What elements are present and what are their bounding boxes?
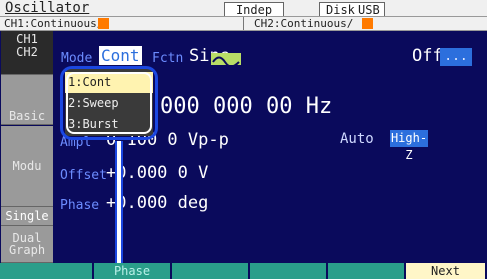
ch1-status: CH1:Continuous/ [4, 17, 104, 30]
fkey-3[interactable] [172, 263, 250, 279]
fkey-1[interactable] [0, 263, 94, 279]
tab-basic[interactable]: Basic [1, 75, 53, 125]
tab-modu[interactable]: Modu [1, 126, 53, 207]
fctn-label: Fctn [152, 51, 184, 66]
app-title: Oscillator [5, 0, 90, 16]
tab-ch1-ch2[interactable]: CH1 CH2 [1, 31, 53, 75]
tab-single[interactable]: Single [1, 207, 53, 226]
sine-wave-icon [211, 53, 241, 68]
mode-label: Mode [61, 51, 93, 66]
phase-label: Phase [60, 198, 100, 213]
output-state: Off [412, 46, 443, 66]
output-menu-button[interactable]: ... [440, 48, 472, 66]
ch2-status: CH2:Continuous/ [254, 17, 354, 30]
fkey-next[interactable]: Next [406, 263, 487, 279]
channel-status-row: CH1:Continuous/ CH2:Continuous/ [0, 16, 487, 31]
fkey-5[interactable] [328, 263, 406, 279]
load-highz-button[interactable]: High-Z [390, 130, 428, 162]
offset-label: Offset [60, 168, 107, 183]
auto-label: Auto [340, 131, 374, 147]
sidebar: CH1 CH2 Basic Modu Single Dual Graph [0, 31, 55, 263]
mode-value[interactable]: Cont [99, 46, 142, 65]
ch2-color-icon [362, 18, 373, 29]
tab-dual-graph[interactable]: Dual Graph [1, 226, 53, 263]
callout-ring-outer [60, 66, 158, 140]
callout-pointer [117, 141, 121, 267]
ch1-color-icon [98, 18, 109, 29]
usb-label[interactable]: USB [358, 3, 380, 17]
frequency-value[interactable]: 000 000 00 Hz [160, 94, 332, 119]
disk-label[interactable]: Disk [326, 3, 355, 17]
fkey-4[interactable] [250, 263, 328, 279]
status-divider [243, 17, 244, 30]
fkey-phase[interactable]: Phase [94, 263, 172, 279]
